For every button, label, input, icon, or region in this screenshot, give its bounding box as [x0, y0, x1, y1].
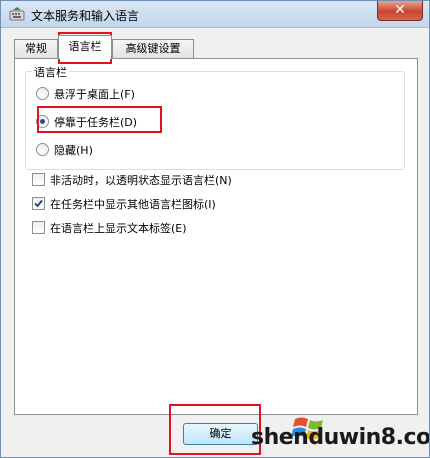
checkbox-box[interactable]: [32, 197, 45, 210]
checkbox-label: 在任务栏中显示其他语言栏图标(I): [50, 198, 216, 211]
dialog-window: 文本服务和输入语言 ✕ 常规 语言栏 高级键设置 语言栏 悬浮于桌面上(F) 停…: [0, 0, 430, 458]
keyboard-app-icon: [9, 7, 25, 21]
radio-label: 悬浮于桌面上(F): [54, 88, 135, 101]
checkmark-icon: [34, 199, 43, 208]
radio-indicator[interactable]: [36, 87, 49, 100]
checkbox-label: 在语言栏上显示文本标签(E): [50, 222, 187, 235]
watermark-text: shenduwin8.com: [251, 425, 430, 450]
radio-label: 隐藏(H): [54, 144, 93, 157]
tab-general[interactable]: 常规: [14, 39, 58, 58]
close-button[interactable]: ✕: [377, 1, 423, 21]
tab-advanced-key-settings[interactable]: 高级键设置: [112, 39, 194, 58]
radio-indicator[interactable]: [36, 115, 49, 128]
checkbox-box[interactable]: [32, 173, 45, 186]
language-bar-groupbox: 语言栏 悬浮于桌面上(F) 停靠于任务栏(D) 隐藏(H): [25, 64, 405, 170]
radio-label: 停靠于任务栏(D): [54, 116, 138, 129]
radio-indicator[interactable]: [36, 143, 49, 156]
ok-button[interactable]: 确定: [183, 423, 258, 445]
site-watermark: shenduwin8.com: [251, 407, 429, 455]
radio-selected-dot: [40, 119, 45, 124]
title-bar[interactable]: 文本服务和输入语言 ✕: [1, 1, 429, 28]
window-title: 文本服务和输入语言: [31, 9, 140, 23]
checkbox-label: 非活动时，以透明状态显示语言栏(N): [50, 174, 232, 187]
tab-panel-language-bar: 语言栏 悬浮于桌面上(F) 停靠于任务栏(D) 隐藏(H) 非活动时，以透明状态…: [14, 58, 418, 415]
tab-language-bar[interactable]: 语言栏: [58, 35, 112, 59]
group-legend: 语言栏: [32, 64, 69, 80]
checkbox-box[interactable]: [32, 221, 45, 234]
